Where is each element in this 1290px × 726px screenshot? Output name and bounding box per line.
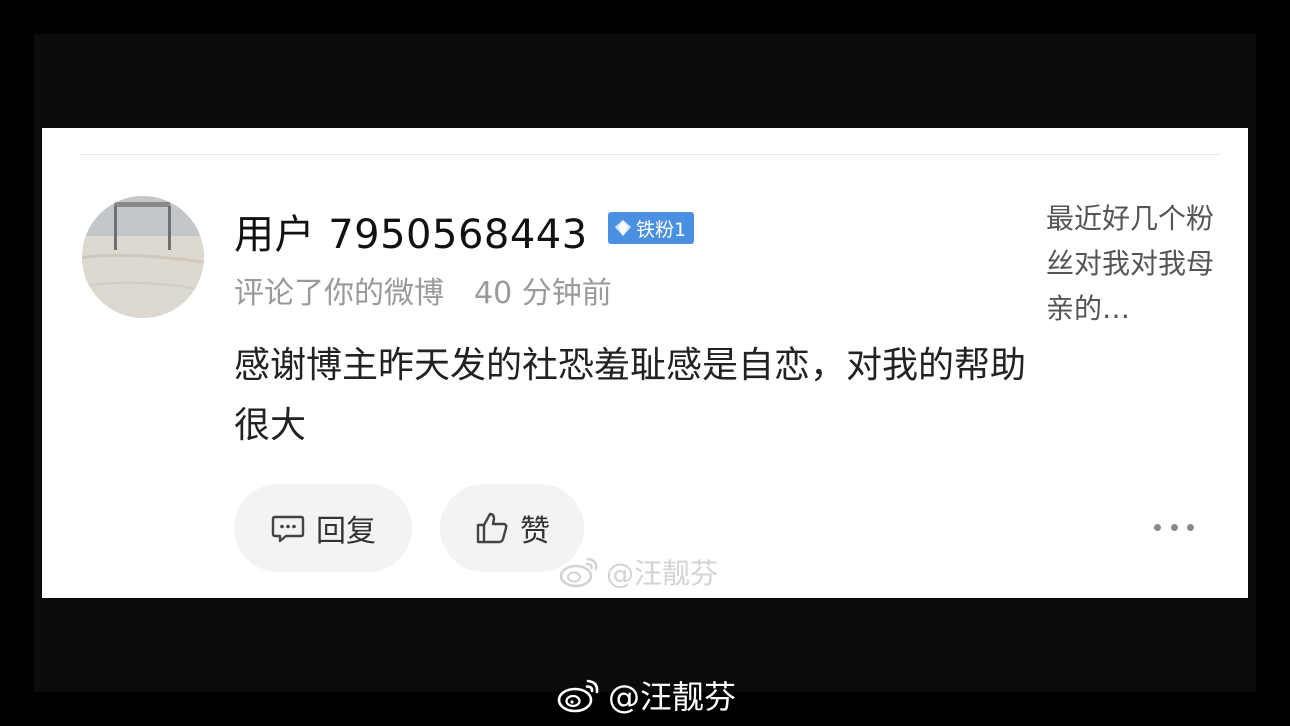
weibo-logo-icon bbox=[559, 557, 598, 588]
avatar[interactable] bbox=[82, 196, 204, 318]
comment-notification-card: 用户 7950568443 铁粉1 评论了你的微博 40 分钟前 感谢博主昨天发的… bbox=[42, 128, 1248, 598]
comment-meta: 评论了你的微博 40 分钟前 bbox=[234, 268, 612, 312]
original-post-preview[interactable]: 最近好几个粉丝对我对我母亲的… bbox=[1046, 196, 1226, 331]
diamond-icon bbox=[615, 220, 631, 236]
timestamp: 40 分钟前 bbox=[474, 276, 612, 311]
beach-photo-icon bbox=[82, 196, 204, 318]
username[interactable]: 用户 7950568443 bbox=[234, 202, 588, 260]
reply-button[interactable]: 回复 bbox=[234, 484, 412, 572]
weibo-logo-icon bbox=[557, 679, 599, 713]
thumbs-up-icon bbox=[476, 512, 508, 544]
bottom-watermark: @汪靓芬 bbox=[556, 672, 736, 718]
divider bbox=[80, 154, 1220, 155]
watermark-text: @汪靓芬 bbox=[608, 678, 737, 716]
more-icon[interactable] bbox=[1154, 512, 1194, 542]
action-text: 评论了你的微博 bbox=[234, 276, 444, 311]
reply-icon bbox=[271, 515, 305, 543]
watermark-text: @汪靓芬 bbox=[606, 557, 719, 590]
fan-badge[interactable]: 铁粉1 bbox=[608, 212, 695, 244]
badge-label: 铁粉1 bbox=[636, 218, 687, 241]
comment-text: 感谢博主昨天发的社恐羞耻感是自恋，对我的帮助很大 bbox=[234, 345, 1027, 446]
reply-label: 回复 bbox=[316, 514, 376, 549]
card-watermark: @汪靓芬 bbox=[558, 552, 718, 592]
like-label: 赞 bbox=[520, 514, 550, 549]
